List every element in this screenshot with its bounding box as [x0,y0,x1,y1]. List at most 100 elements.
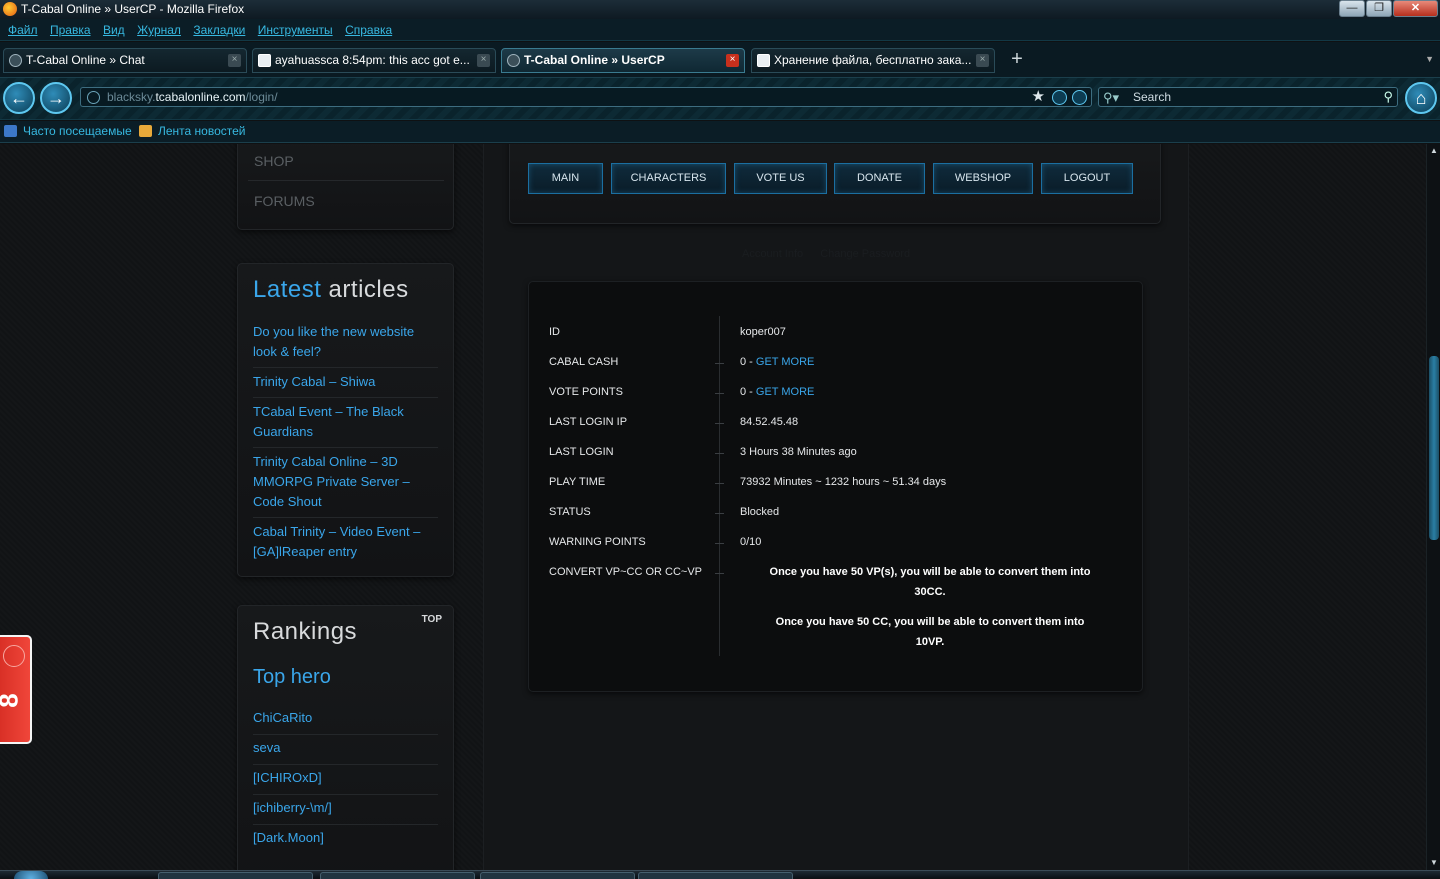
forward-icon[interactable]: → [40,82,72,114]
ranking-entry[interactable]: [ichiberry-\m/] [253,800,332,815]
get-more-cash-link[interactable]: GET MORE [756,356,814,368]
label-warning-points: WARNING POINTS [549,536,646,548]
widget-label: 8 [0,693,25,707]
bookmark-label: Лента новостей [158,124,246,138]
navigation-bar: ← → blacksky.tcabalonline.com/login/ ★ ⚲… [0,78,1440,120]
tab-close-icon[interactable]: × [477,54,490,67]
tab-chat-message[interactable]: ayahuassca 8:54pm: this acc got e... × [252,48,496,73]
os-taskbar [0,870,1440,879]
account-subtabs: Account Info Change Password [742,248,924,260]
tab-close-icon[interactable]: × [976,54,989,67]
tab-chat[interactable]: T-Cabal Online » Chat × [3,48,247,73]
home-icon[interactable]: ⌂ [1405,82,1437,114]
menu-help[interactable]: Справка [345,19,392,41]
divider [253,397,438,398]
widget-logo-icon [3,645,25,667]
rankings-panel: TOP Rankings Top hero ChiCaRito seva [IC… [237,605,454,870]
tab-label: Хранение файла, бесплатно зака... [774,53,972,67]
bookmarks-toolbar: Часто посещаемые Лента новостей [0,121,1440,143]
tab-label: T-Cabal Online » UserCP [524,53,665,67]
divider [253,794,438,795]
file-host-icon [757,54,770,67]
address-bar[interactable]: blacksky.tcabalonline.com/login/ ★ [80,87,1092,107]
label-id: ID [549,326,560,338]
panel-title: Latest articles [253,276,409,304]
bookmark-most-visited[interactable]: Часто посещаемые [4,121,132,142]
url-prefix: blacksky. [107,90,156,104]
new-tab-icon[interactable]: + [1007,49,1027,70]
get-more-votes-link[interactable]: GET MORE [756,386,814,398]
divider [248,180,444,181]
menu-main-button[interactable]: MAIN [528,163,603,194]
tab-list-icon[interactable]: ▼ [1425,54,1434,64]
sidebar-item-shop[interactable]: SHOP [254,153,294,169]
menu-vote-button[interactable]: VOTE US [734,163,827,194]
tab-usercp[interactable]: T-Cabal Online » UserCP × [501,48,745,73]
menu-bar: Файл Правка Вид Журнал Закладки Инструме… [0,19,1440,41]
close-button[interactable]: ✕ [1393,0,1438,17]
value-last-login: 3 Hours 38 Minutes ago [740,446,857,458]
bookmark-news-feed[interactable]: Лента новостей [139,121,246,142]
tab-close-icon[interactable]: × [228,54,241,67]
row-divider [715,483,724,484]
menu-history[interactable]: Журнал [137,19,181,41]
tab-label: ayahuassca 8:54pm: this acc got e... [275,53,470,67]
convert-cc-line2: 10VP. [915,636,945,648]
menu-bookmarks[interactable]: Закладки [193,19,245,41]
menu-webshop-button[interactable]: WEBSHOP [933,163,1033,194]
article-link[interactable]: Trinity Cabal Online – 3D MMORPG Private… [253,452,438,512]
convert-cc-message: Once you have 50 CC, you will be able to… [740,612,1120,652]
tab-file-host[interactable]: Хранение файла, бесплатно зака... × [751,48,995,73]
menu-edit[interactable]: Правка [50,19,91,41]
label-last-login: LAST LOGIN [549,446,614,458]
site-identity-icon[interactable] [87,91,100,104]
rankings-top-tag[interactable]: TOP [422,614,442,625]
search-input[interactable]: ⚲▾ Search ⚲ [1098,87,1398,107]
sidebar-item-forums[interactable]: FORUMS [254,193,315,209]
scroll-up-icon[interactable]: ▲ [1429,146,1439,155]
menu-view[interactable]: Вид [103,19,125,41]
ranking-entry[interactable]: ChiCaRito [253,710,312,725]
bookmark-star-icon[interactable]: ★ [1032,88,1045,106]
feed-icon[interactable] [1052,90,1067,105]
chat-icon [258,54,271,67]
bookmark-label: Часто посещаемые [23,124,132,138]
article-link[interactable]: Trinity Cabal – Shiwa [253,372,438,392]
ranking-entry[interactable]: [Dark.Moon] [253,830,324,845]
menu-file[interactable]: Файл [8,19,38,41]
label-cabal-cash: CABAL CASH [549,356,619,368]
menu-tools[interactable]: Инструменты [258,19,333,41]
back-icon[interactable]: ← [3,82,35,114]
divider [253,824,438,825]
menu-logout-button[interactable]: LOGOUT [1041,163,1133,194]
reload-icon[interactable] [1072,90,1087,105]
minimize-button[interactable]: — [1339,0,1365,17]
tab-account-info[interactable]: Account Info [742,248,803,260]
rankings-title: Rankings [253,618,358,645]
search-icon[interactable]: ⚲ [1383,88,1393,106]
menu-characters-button[interactable]: CHARACTERS [611,163,726,194]
article-link[interactable]: Cabal Trinity – Video Event – [GA]lReape… [253,522,438,562]
ranking-entry[interactable]: [ICHIROxD] [253,770,322,785]
row-divider [715,393,724,394]
label-status: STATUS [549,506,591,518]
search-placeholder: Search [1133,90,1172,104]
article-link[interactable]: TCabal Event – The Black Guardians [253,402,438,442]
scroll-down-icon[interactable]: ▼ [1429,858,1439,867]
search-engine-icon[interactable]: ⚲▾ [1103,89,1119,107]
article-link[interactable]: Do you like the new website look & feel? [253,322,438,362]
menu-donate-button[interactable]: DONATE [834,163,925,194]
side-widget-tab[interactable]: 8 [0,635,32,744]
ranking-entry[interactable]: seva [253,740,280,755]
page-scrollbar[interactable]: ▲ ▼ [1426,144,1440,870]
url-domain: tcabalonline.com [155,90,246,104]
value-vote-points: 0 - GET MORE [740,386,814,398]
tab-close-icon[interactable]: × [726,54,739,67]
scrollbar-thumb[interactable] [1429,356,1439,540]
tab-change-password[interactable]: Change Password [820,248,910,260]
row-divider [715,363,724,364]
maximize-button[interactable]: ❐ [1366,0,1392,17]
row-divider [715,453,724,454]
row-divider [715,543,724,544]
divider [253,517,438,518]
